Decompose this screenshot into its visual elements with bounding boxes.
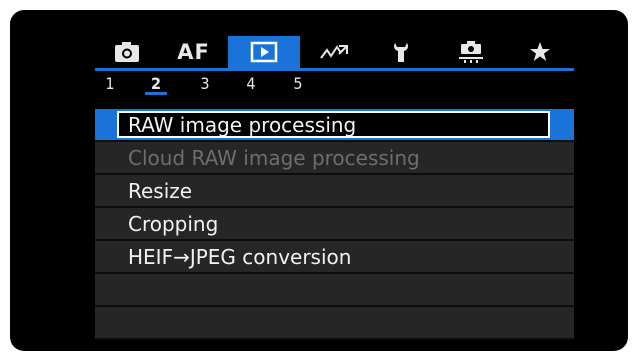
page-tabs: 1 2 3 4 5: [95, 71, 574, 95]
menu-item-cloud-raw-image-processing: Cloud RAW image processing: [95, 142, 574, 175]
page-tab-4[interactable]: 4: [238, 71, 264, 95]
tab-my-menu[interactable]: [506, 36, 574, 68]
page-tab-1[interactable]: 1: [97, 71, 123, 95]
playback-icon: [250, 41, 278, 63]
page-tab-2[interactable]: 2: [143, 71, 169, 95]
menu-item-raw-image-processing[interactable]: RAW image processing: [95, 109, 574, 142]
af-label: AF: [177, 40, 210, 64]
menu-item-label: Cloud RAW image processing: [128, 145, 420, 170]
setup-wrench-icon: [394, 43, 408, 62]
tab-custom-functions[interactable]: [436, 36, 506, 68]
menu-item-label: Cropping: [128, 211, 219, 236]
menu-item-label: RAW image processing: [128, 112, 357, 137]
my-menu-star-icon: [530, 42, 550, 61]
custom-functions-icon: [459, 41, 483, 63]
page-tab-5[interactable]: 5: [285, 71, 311, 95]
tab-wireless[interactable]: [300, 36, 368, 68]
menu-item-label: HEIF→JPEG conversion: [128, 244, 352, 269]
page-tab-3[interactable]: 3: [192, 71, 218, 95]
menu-tab-bar: AF: [95, 36, 574, 68]
menu-item-heif-jpeg-conversion[interactable]: HEIF→JPEG conversion: [95, 241, 574, 274]
menu-item-empty: [95, 274, 574, 307]
tab-af[interactable]: AF: [159, 36, 228, 68]
menu-item-label: Resize: [128, 178, 193, 203]
camera-icon: [115, 42, 139, 62]
tab-setup[interactable]: [368, 36, 436, 68]
wireless-icon: [320, 45, 348, 59]
camera-menu-screen: AF 1 2 3 4 5 RAW image processing Cloud …: [10, 10, 628, 351]
tab-shooting[interactable]: [95, 36, 159, 68]
menu-item-cropping[interactable]: Cropping: [95, 208, 574, 241]
menu-list: RAW image processing Cloud RAW image pro…: [95, 109, 574, 340]
menu-item-resize[interactable]: Resize: [95, 175, 574, 208]
tab-playback[interactable]: [228, 36, 300, 68]
menu-item-empty: [95, 307, 574, 340]
